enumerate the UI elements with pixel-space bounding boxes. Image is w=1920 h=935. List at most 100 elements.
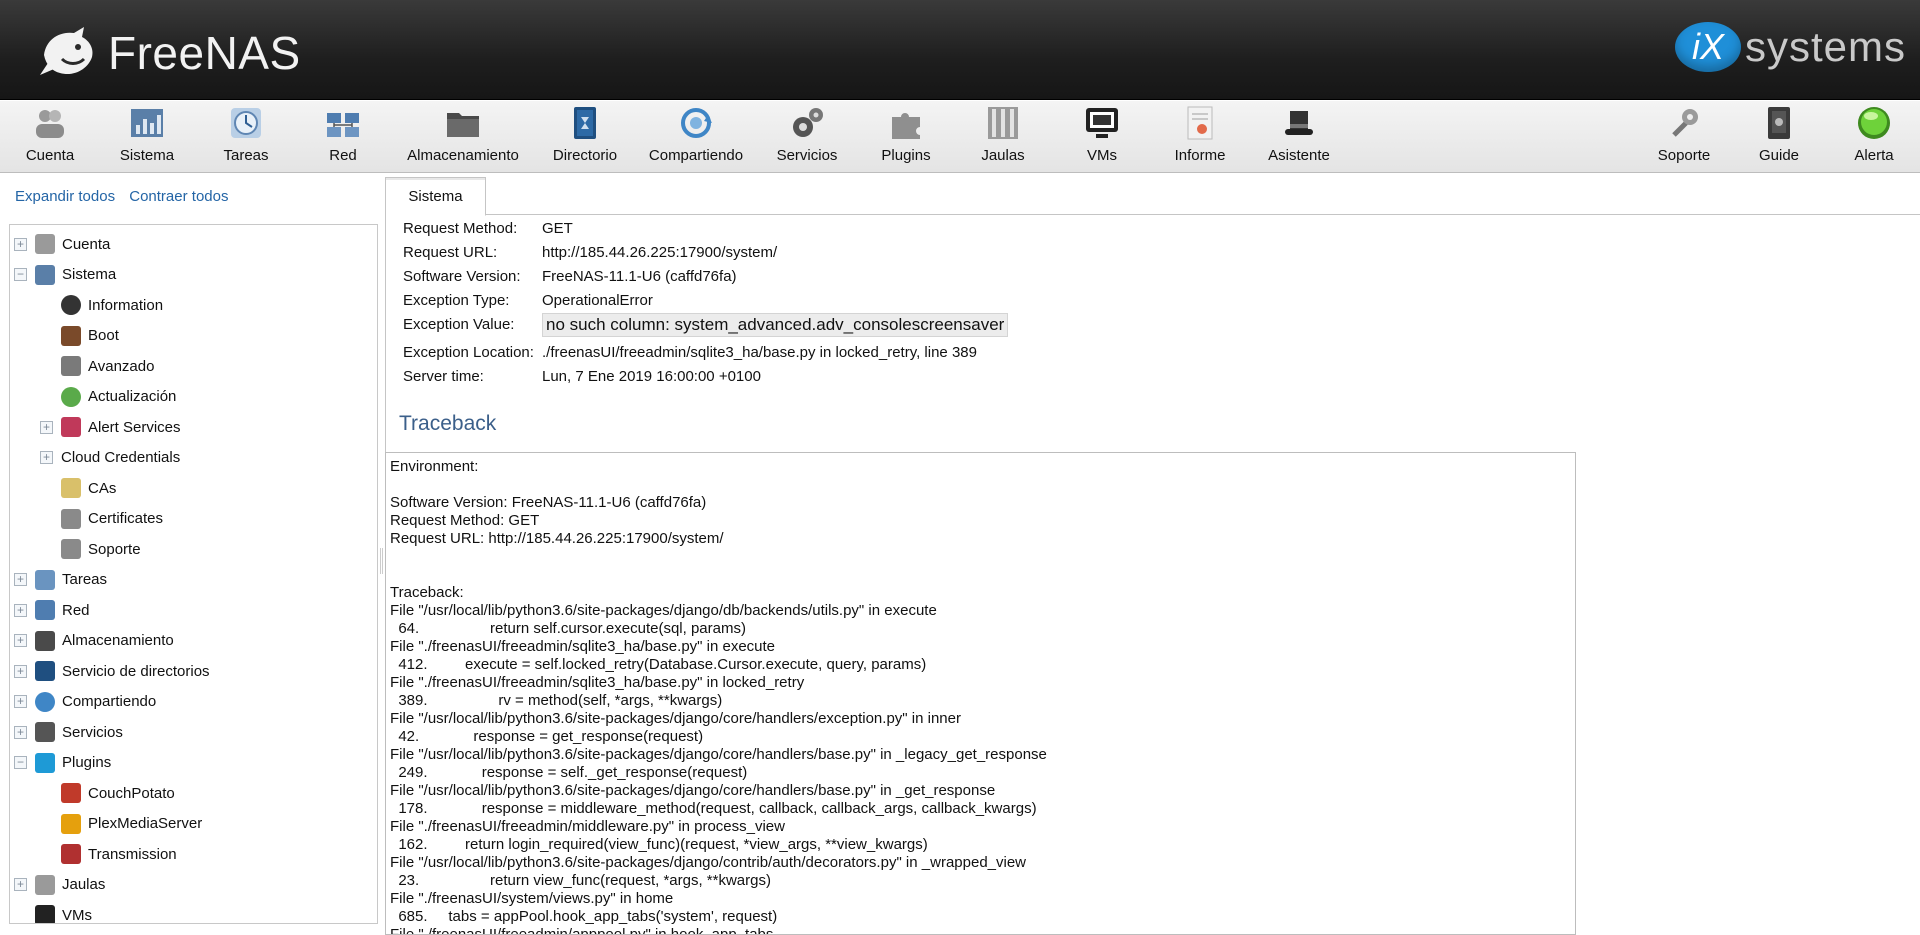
tree-item[interactable]: + Cloud Credentials [40, 445, 180, 471]
tree-item[interactable]: Information [40, 292, 163, 318]
info-icon [61, 295, 81, 315]
tree-item-label: VMs [62, 906, 92, 924]
main-tab-bar: Sistema [385, 177, 1920, 216]
tree-item[interactable]: + Almacenamiento [14, 628, 174, 654]
toolbar-guide[interactable]: Guide [1756, 105, 1802, 169]
toolbar-tareas[interactable]: Tareas [221, 105, 271, 169]
tree-item[interactable]: CAs [40, 475, 116, 501]
toolbar-compartiendo[interactable]: Compartiendo [648, 105, 744, 169]
certificate-authority-icon [61, 478, 81, 498]
tree-item[interactable]: Avanzado [40, 353, 154, 379]
toolbar-asistente[interactable]: Asistente [1266, 105, 1332, 169]
toolbar-label: Cuenta [25, 147, 75, 164]
toolbar-informe[interactable]: Informe [1173, 105, 1227, 169]
tree-controls: Expandir todos Contraer todos [15, 188, 238, 205]
tree-item[interactable]: PlexMediaServer [40, 811, 202, 837]
app-name: FreeNAS [108, 27, 301, 79]
tree-item[interactable]: Transmission [40, 841, 177, 867]
toolbar-soporte[interactable]: Soporte [1656, 105, 1712, 169]
tree-item-label: CouchPotato [88, 784, 175, 802]
expand-all-link[interactable]: Expandir todos [15, 188, 115, 205]
toolbar-label: Jaulas [981, 147, 1025, 164]
info-key: Request Method: [403, 220, 518, 237]
expand-toggle-icon[interactable]: + [14, 695, 27, 708]
jail-bars-icon [988, 107, 1018, 139]
tree-item-label: Servicios [62, 723, 123, 741]
users-icon [35, 234, 55, 254]
tree-item-label: Boot [88, 327, 119, 344]
toolbar-servicios[interactable]: Servicios [775, 105, 839, 169]
toolbar-directorio[interactable]: Directorio [551, 105, 619, 169]
tree-item[interactable]: + Servicio de directorios [14, 658, 210, 684]
expand-toggle-icon[interactable]: + [14, 573, 27, 586]
toolbar-vms[interactable]: VMs [1082, 105, 1122, 169]
toolbar-plugins[interactable]: Plugins [879, 105, 933, 169]
toolbar-alerta[interactable]: Alerta [1850, 105, 1898, 169]
expand-toggle-icon[interactable]: + [14, 878, 27, 891]
tree-item[interactable]: Soporte [40, 536, 141, 562]
freenas-shark-icon [40, 27, 93, 75]
folder-icon [447, 113, 479, 137]
tree-item[interactable]: + Jaulas [14, 872, 105, 898]
monitor-icon [1086, 108, 1118, 138]
expand-toggle-icon[interactable]: + [40, 451, 53, 464]
directory-book-icon [35, 661, 55, 681]
expand-toggle-icon[interactable]: + [14, 237, 27, 251]
tree-item[interactable]: CouchPotato [40, 780, 175, 806]
toolbar-sistema[interactable]: Sistema [117, 105, 177, 169]
wrench-icon [61, 356, 81, 376]
folder-icon [35, 630, 55, 651]
info-value: Lun, 7 Ene 2019 16:00:00 +0100 [542, 368, 761, 385]
info-value: OperationalError [542, 292, 653, 309]
expand-toggle-icon[interactable]: + [40, 420, 53, 434]
tree-item[interactable]: Certificates [40, 506, 163, 532]
tree-item-label: CAs [88, 479, 117, 497]
tree-item[interactable]: + Red [14, 597, 90, 623]
network-icon [327, 113, 359, 137]
toolbar-label: Directorio [552, 147, 618, 164]
tree-item[interactable]: + Cuenta [14, 231, 110, 257]
expand-toggle-icon[interactable]: + [14, 634, 27, 647]
tree-item[interactable]: VMs [14, 902, 92, 924]
guide-book-icon [1768, 107, 1790, 139]
tree-item[interactable]: + Compartiendo [14, 689, 156, 715]
freenas-logo[interactable]: FreeNAS [38, 20, 301, 86]
expand-toggle-icon[interactable]: + [14, 725, 27, 739]
tree-item[interactable]: + Servicios [14, 719, 123, 745]
couchpotato-icon [61, 783, 81, 803]
plex-icon [61, 813, 81, 834]
gears-icon [35, 722, 55, 742]
traceback-title: Traceback [399, 412, 497, 435]
collapse-toggle-icon[interactable]: − [14, 268, 27, 281]
tree-item-label: Information [88, 296, 164, 314]
expand-toggle-icon[interactable]: + [14, 603, 27, 617]
tree-item[interactable]: + Alert Services [40, 414, 181, 440]
toolbar-almacenamiento[interactable]: Almacenamiento [405, 105, 521, 169]
tree-item-label: Cloud Credentials [61, 449, 181, 466]
info-key: Software Version: [403, 268, 521, 285]
tab-sistema[interactable]: Sistema [385, 177, 486, 216]
sidebar-splitter-handle[interactable] [380, 548, 383, 574]
wizard-hat-icon [1285, 111, 1313, 135]
system-chart-icon [131, 109, 163, 137]
tree-item[interactable]: Boot [40, 323, 119, 349]
toolbar-red[interactable]: Red [322, 105, 364, 169]
tree-item[interactable]: Actualización [40, 384, 176, 410]
traceback-box[interactable]: Environment: Software Version: FreeNAS-1… [385, 452, 1576, 935]
traceback-text: Environment: Software Version: FreeNAS-1… [390, 458, 1047, 935]
tree-item[interactable]: − Plugins [14, 750, 111, 776]
toolbar-jaulas[interactable]: Jaulas [980, 105, 1026, 169]
toolbar-label: Informe [1174, 147, 1226, 164]
info-key: Exception Location: [403, 344, 534, 361]
ixsystems-logo[interactable]: iX systems [1674, 22, 1906, 72]
tree-item[interactable]: − Sistema [14, 262, 116, 288]
jail-bars-icon [35, 874, 55, 895]
expand-toggle-icon[interactable]: + [14, 664, 27, 678]
gears-icon [793, 108, 823, 137]
toolbar-cuenta[interactable]: Cuenta [26, 105, 74, 169]
collapse-toggle-icon[interactable]: − [14, 756, 27, 769]
toolbar-label: Plugins [881, 147, 931, 164]
toolbar-label: Asistente [1268, 147, 1330, 164]
tree-item[interactable]: + Tareas [14, 567, 107, 593]
collapse-all-link[interactable]: Contraer todos [129, 188, 228, 205]
